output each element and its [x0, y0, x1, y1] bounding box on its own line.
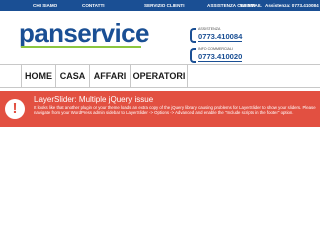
- top-link-contatti[interactable]: CONTATTI: [82, 3, 105, 8]
- menu-item-casa[interactable]: CASA: [56, 65, 90, 87]
- phone-icon: [190, 28, 196, 43]
- contact-label: ASSISTENZA: [198, 27, 221, 31]
- menu-item-operatori[interactable]: OPERATORI: [131, 65, 188, 87]
- top-link-servizio-clienti[interactable]: SERVIZIO CLIENTI: [144, 3, 185, 8]
- top-navigation-bar: CHI SIAMO CONTATTI SERVIZIO CLIENTI ASSI…: [0, 0, 320, 11]
- contact-number[interactable]: 0773.410084: [198, 32, 243, 42]
- top-link-webmail[interactable]: WEBMAIL: [240, 3, 262, 8]
- contact-info-commerciali: INFO COMMERCIALI 0773.410020: [190, 46, 243, 65]
- warning-icon: !: [5, 99, 25, 119]
- contact-number[interactable]: 0773.410020: [198, 52, 243, 62]
- alert-body: It looks like that another plugin or you…: [34, 105, 316, 116]
- alert-title: LayerSlider: Multiple jQuery issue: [34, 95, 154, 104]
- top-link-chi-siamo[interactable]: CHI SIAMO: [33, 3, 57, 8]
- menu-item-affari[interactable]: AFFARI: [90, 65, 131, 87]
- assistance-phone-text: Assistenza: 0773.410084: [265, 3, 319, 8]
- site-logo[interactable]: panservice: [19, 20, 149, 46]
- contact-assistenza: ASSISTENZA 0773.410084: [190, 26, 243, 45]
- logo-underline: [21, 46, 141, 48]
- layerslider-alert: ! LayerSlider: Multiple jQuery issue It …: [0, 91, 320, 127]
- main-menu: HOME CASA AFFARI OPERATORI: [0, 64, 320, 88]
- menu-item-home[interactable]: HOME: [21, 65, 56, 87]
- phone-icon: [190, 48, 196, 63]
- contact-label: INFO COMMERCIALI: [198, 47, 233, 51]
